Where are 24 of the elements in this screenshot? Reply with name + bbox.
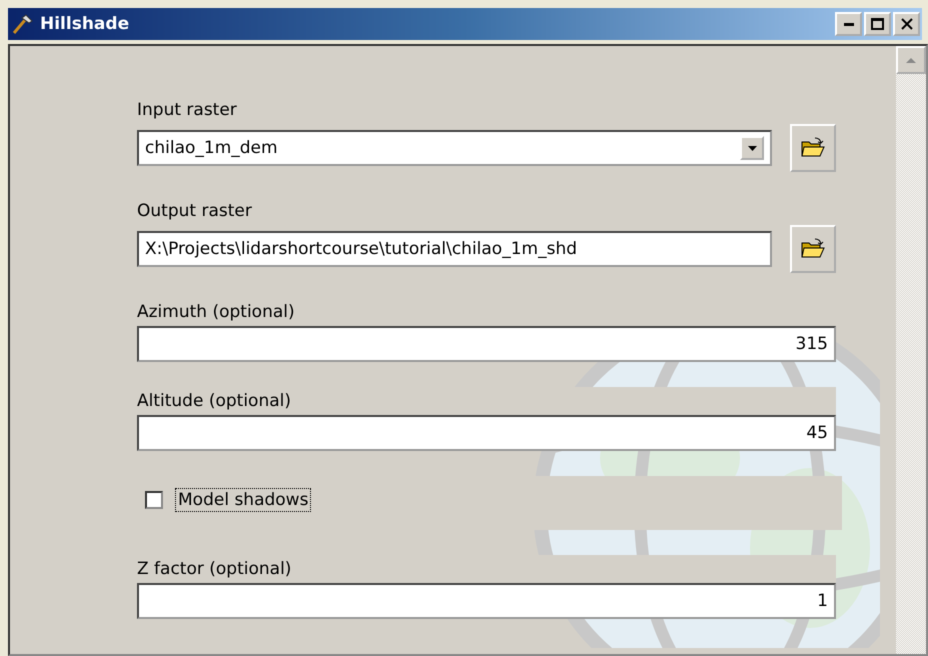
maximize-icon xyxy=(871,18,884,30)
up-arrow-icon xyxy=(906,58,916,62)
browse-button[interactable] xyxy=(790,225,836,273)
field-label: Z factor (optional) xyxy=(137,555,836,583)
dropdown-button[interactable] xyxy=(740,136,764,160)
scrollbar[interactable] xyxy=(896,46,926,654)
window-title: Hillshade xyxy=(40,14,130,34)
checkbox[interactable] xyxy=(145,491,163,509)
field-label: Altitude (optional) xyxy=(137,387,836,415)
browse-button[interactable] xyxy=(790,124,836,172)
minimize-icon xyxy=(844,22,854,26)
close-button[interactable] xyxy=(893,12,920,36)
input-field[interactable]: 45 xyxy=(137,415,836,451)
input-field[interactable]: 315 xyxy=(137,326,836,362)
input-field[interactable]: 1 xyxy=(137,583,836,619)
input-field[interactable]: X:\Projects\lidarshortcourse\tutorial\chilao_1m_shd xyxy=(137,231,772,267)
checkbox-label: Model shadows xyxy=(175,488,312,512)
hammer-icon xyxy=(12,14,34,34)
caret-icon xyxy=(748,146,756,150)
minimize-button[interactable] xyxy=(835,12,862,36)
scroll-up-button[interactable] xyxy=(896,46,926,74)
dropdown-field[interactable]: chilao_1m_dem xyxy=(137,130,772,166)
maximize-button[interactable] xyxy=(864,12,891,36)
close-icon xyxy=(900,18,912,30)
